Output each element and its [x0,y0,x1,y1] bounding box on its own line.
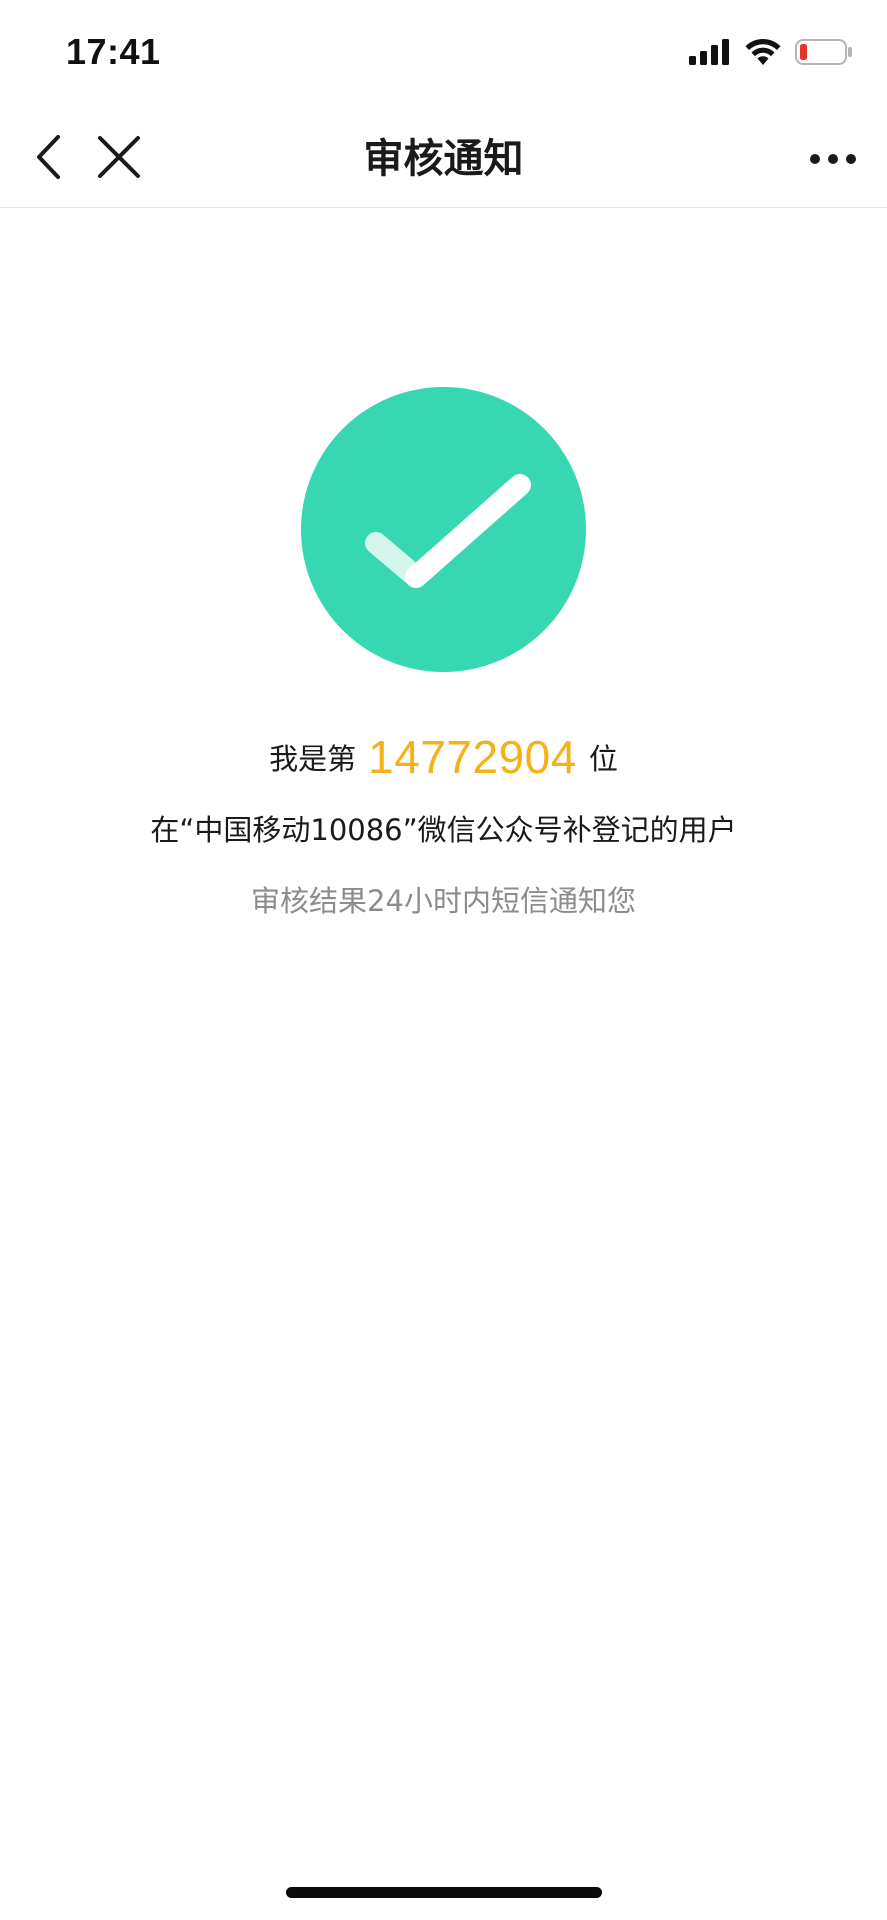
notice-text: 审核结果24小时内短信通知您 [251,884,636,918]
status-time: 17:41 [66,31,161,72]
page-title: 审核通知 [363,136,524,182]
more-icon [809,150,857,169]
signal-icon [689,39,731,69]
battery-low-icon [795,38,853,70]
queue-prefix: 我是第 [269,742,357,776]
status-icons [689,38,853,70]
home-indicator[interactable] [286,1887,602,1898]
nav-bar: 审核通知 [0,110,887,208]
queue-number: 14772904 [368,731,577,783]
queue-position-line: 我是第 14772904 位 [0,722,887,792]
check-circle-icon [301,387,586,672]
screen: 17:41 审核通知 我是第 14772904 位 在“中国移动10086”微信… [0,0,887,1920]
queue-suffix: 位 [588,742,618,776]
more-button[interactable] [801,132,865,186]
status-bar: 17:41 [0,0,887,110]
wifi-icon [745,38,781,70]
channel-text: 在“中国移动10086”微信公众号补登记的用户 [150,813,737,847]
